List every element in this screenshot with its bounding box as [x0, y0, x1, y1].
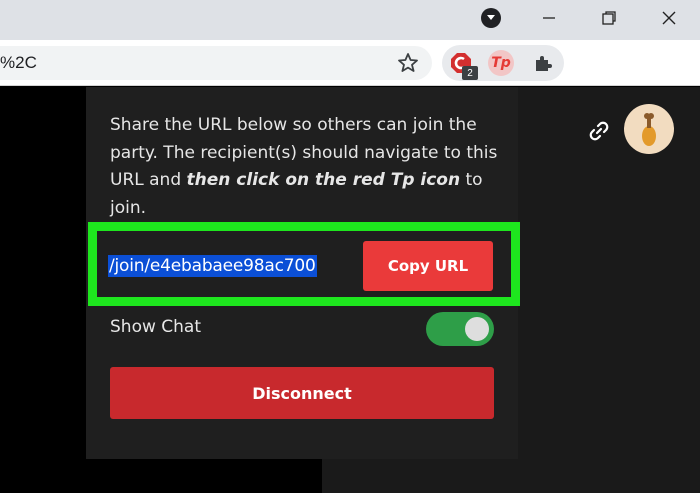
tab-search-icon[interactable]: [481, 8, 501, 28]
teleparty-extension-label: Tp: [491, 55, 511, 71]
toggle-knob: [465, 317, 489, 341]
disconnect-button[interactable]: Disconnect: [110, 367, 494, 419]
party-url-field[interactable]: /join/e4ebabaee98ac700: [108, 241, 342, 291]
address-bar[interactable]: %2C: [0, 46, 432, 80]
extensions-puzzle-icon[interactable]: [530, 50, 556, 76]
show-chat-label: Show Chat: [110, 317, 202, 337]
close-window-button[interactable]: [646, 0, 692, 36]
browser-toolbar: %2C Tp wH: [0, 40, 700, 116]
user-avatar[interactable]: [624, 104, 674, 154]
minimize-button[interactable]: [526, 0, 572, 36]
bookmark-star-icon[interactable]: [396, 51, 420, 75]
drumstick-avatar-icon: [642, 113, 656, 146]
close-icon: [662, 11, 676, 25]
address-bar-text: %2C: [0, 53, 37, 72]
link-icon[interactable]: [587, 119, 611, 143]
restore-icon: [602, 11, 616, 25]
copy-url-button[interactable]: Copy URL: [363, 241, 493, 291]
restore-button[interactable]: [586, 0, 632, 36]
teleparty-extension-icon[interactable]: Tp: [488, 50, 514, 76]
extension-badge: 2: [462, 66, 478, 80]
party-url-text[interactable]: /join/e4ebabaee98ac700: [108, 255, 317, 277]
window-title-bar: [0, 0, 700, 40]
minimize-icon: [543, 17, 555, 19]
share-text-emphasis: then click on the red Tp icon: [186, 170, 461, 190]
extensions-group: Tp: [442, 45, 564, 81]
show-chat-toggle[interactable]: [426, 312, 494, 346]
share-instructions: Share the URL below so others can join t…: [110, 112, 502, 222]
